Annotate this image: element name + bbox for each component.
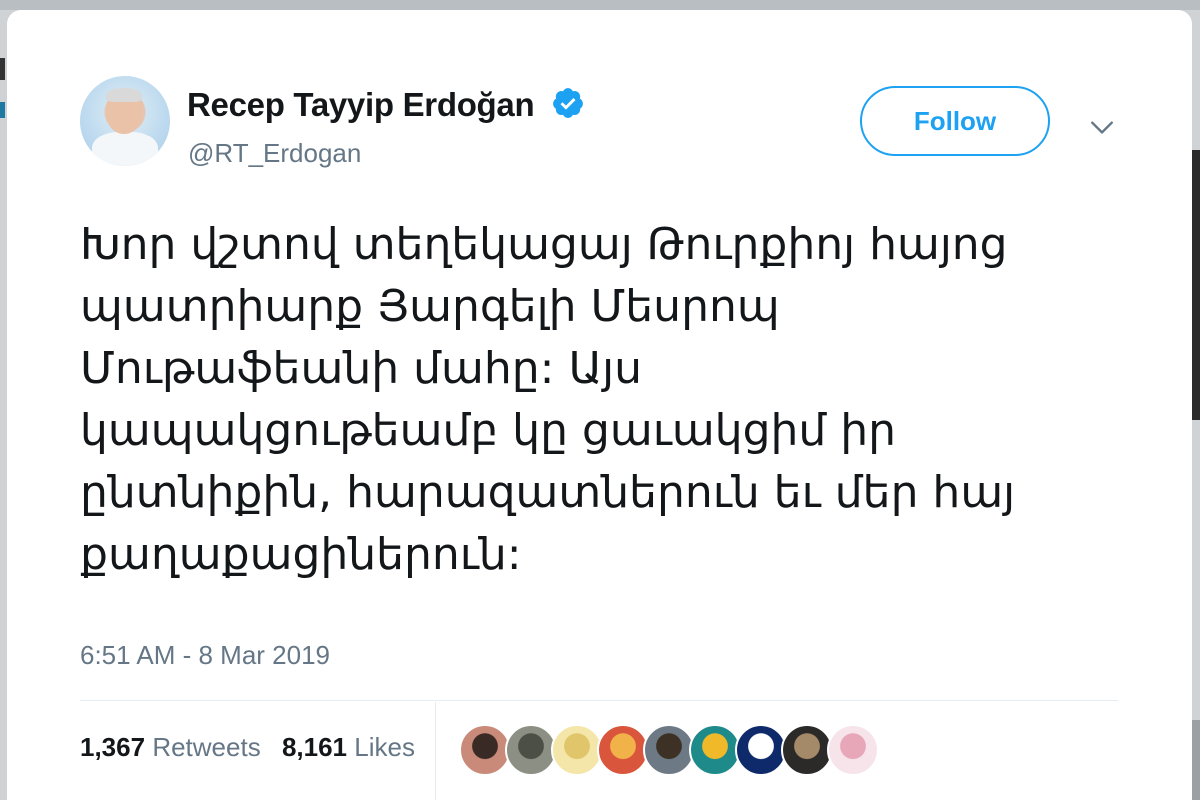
liker-avatar-4[interactable]: [597, 724, 649, 776]
chevron-down-icon[interactable]: [1089, 114, 1115, 140]
retweets-label: Retweets: [152, 732, 261, 762]
likes-count: 8,161: [281, 732, 348, 762]
liker-avatar-6[interactable]: [689, 724, 741, 776]
user-handle[interactable]: @RT_Erdogan: [188, 138, 361, 169]
liker-avatar-5[interactable]: [643, 724, 695, 776]
divider: [435, 702, 436, 800]
tweet-text-line: կապակցութեամբ կը ցաւակցիմ իր: [80, 405, 896, 456]
likes-label: Likes: [354, 732, 415, 762]
tweet-timestamp[interactable]: 6:51 AM - 8 Mar 2019: [80, 640, 330, 671]
liker-avatar-1[interactable]: [459, 724, 511, 776]
user-display-name[interactable]: Recep Tayyip Erdoğan: [187, 86, 535, 124]
background-page: [0, 0, 1200, 10]
background-page-element: [0, 102, 5, 118]
follow-button[interactable]: Follow: [860, 86, 1050, 156]
avatar-hair: [106, 88, 142, 102]
avatar-shirt: [92, 132, 158, 166]
liker-avatar-8[interactable]: [781, 724, 833, 776]
tweet-text-line: Խոր վշտով տեղեկացայ Թուրքիոյ հայոց: [80, 219, 1008, 270]
user-avatar[interactable]: [80, 76, 170, 166]
tweet-text-line: ընտնիքին, հարազատներուն եւ մեր հայ: [80, 467, 1016, 518]
liker-avatar-9[interactable]: [827, 724, 879, 776]
tweet-text-line: քաղաքացիներուն:: [80, 529, 522, 580]
tweet-text-line: Մութաֆեանի մահը: Այս: [80, 343, 642, 394]
likes-stat[interactable]: 8,161 Likes: [282, 732, 415, 763]
divider: [80, 700, 1118, 701]
liker-avatar-3[interactable]: [551, 724, 603, 776]
verified-badge-icon: [553, 88, 583, 118]
tweet-stats: 1,367 Retweets 8,161 Likes: [80, 732, 415, 763]
tweet-text-line: պատրիարք Յարգելի Մեսրոպ: [80, 281, 780, 332]
liker-avatar-7[interactable]: [735, 724, 787, 776]
retweets-count: 1,367: [80, 732, 146, 762]
retweets-stat[interactable]: 1,367 Retweets: [80, 732, 261, 763]
liker-avatar-2[interactable]: [505, 724, 557, 776]
tweet-text: Խոր վշտով տեղեկացայ Թուրքիոյ հայոց պատրի…: [80, 214, 1140, 586]
background-page-element: [0, 58, 5, 80]
tweet-modal: Recep Tayyip Erdoğan @RT_Erdogan Follow …: [7, 10, 1192, 800]
